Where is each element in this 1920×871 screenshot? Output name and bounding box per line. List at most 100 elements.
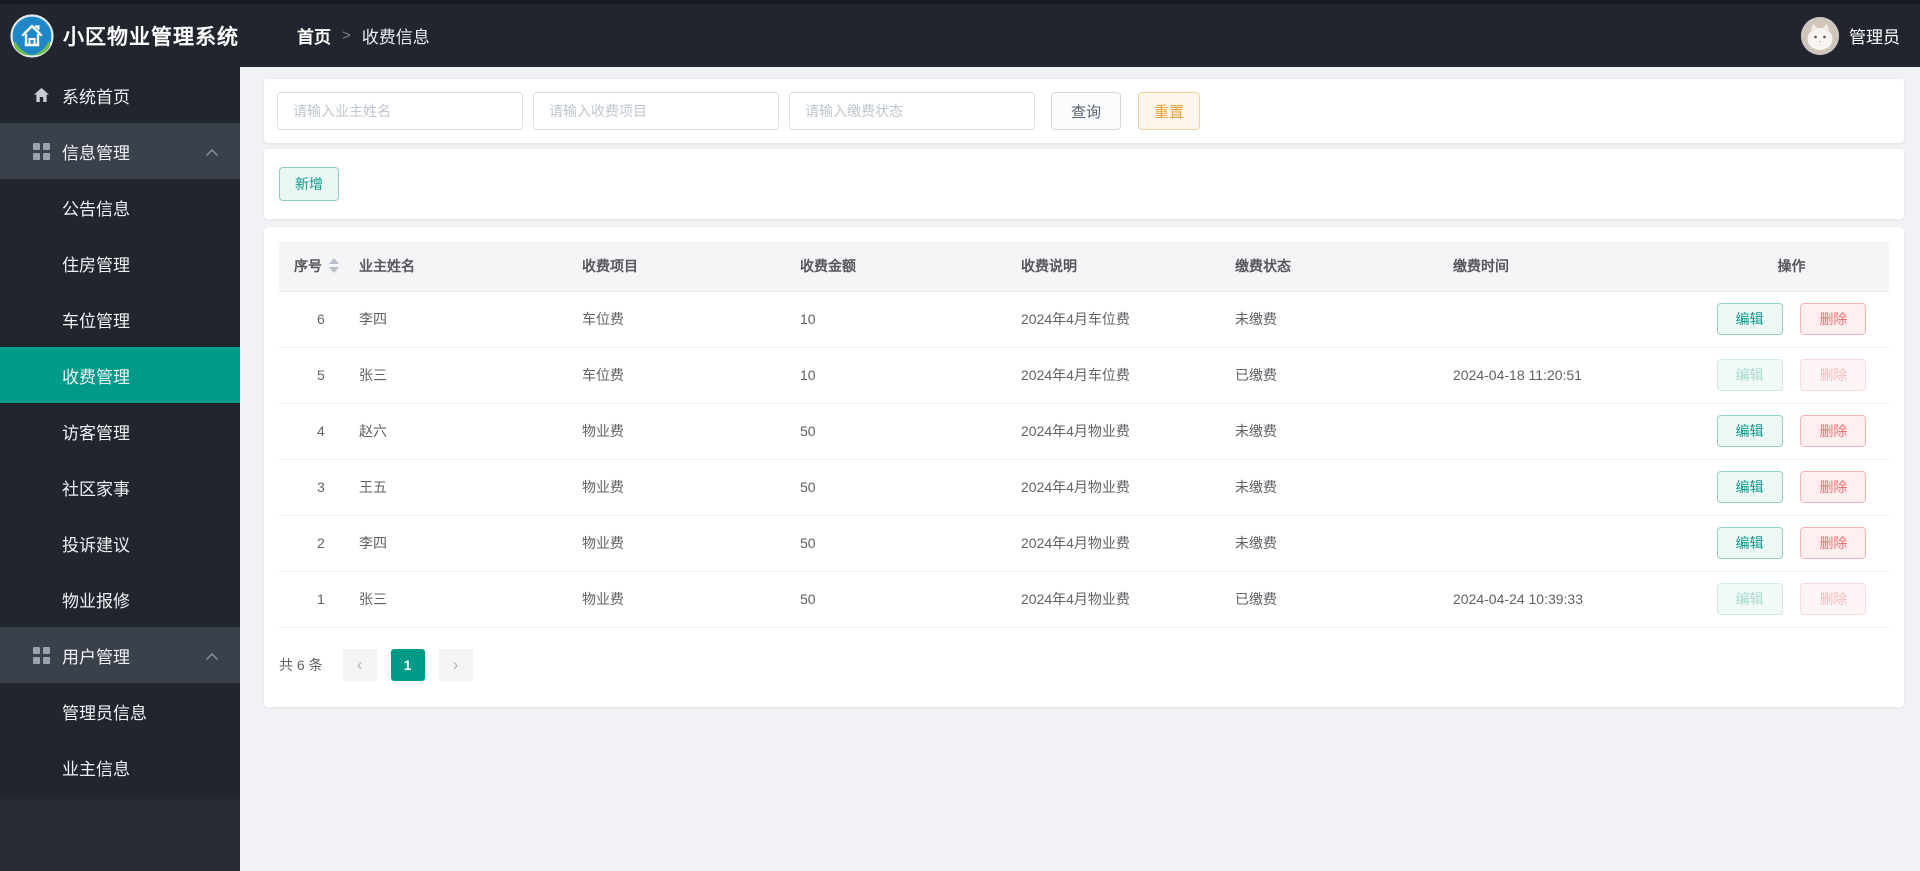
- cell-status: 已缴费: [1235, 347, 1453, 404]
- app-logo-icon: [10, 13, 54, 58]
- sidebar-item-label: 信息管理: [62, 143, 130, 163]
- table-row: 6 李四 车位费 10 2024年4月车位费 未缴费 编辑 删除: [279, 291, 1889, 348]
- toolbar-panel: 新增: [264, 149, 1904, 219]
- cell-seq: 3: [279, 459, 359, 516]
- next-page-button[interactable]: ›: [438, 648, 473, 681]
- edit-button[interactable]: 编辑: [1716, 359, 1783, 391]
- delete-button[interactable]: 删除: [1800, 359, 1867, 391]
- sidebar-item[interactable]: 收费管理: [0, 347, 240, 403]
- sidebar-nav: 系统首页 信息管理 公告信息 住房管理 车位管理 收费管理 访客管理 社区家事 …: [0, 67, 240, 871]
- cell-desc: 2024年4月车位费: [1021, 347, 1235, 404]
- cell-fee-item: 物业费: [582, 459, 800, 516]
- prev-page-button[interactable]: ‹: [342, 648, 377, 681]
- cell-amount: 10: [800, 291, 1021, 348]
- cell-time: 2024-04-18 11:20:51: [1453, 347, 1694, 404]
- sidebar-item[interactable]: 访客管理: [0, 403, 240, 459]
- cell-seq: 4: [279, 403, 359, 460]
- sort-icon[interactable]: [329, 258, 339, 274]
- sidebar-item[interactable]: 系统首页: [0, 67, 240, 123]
- edit-button[interactable]: 编辑: [1716, 415, 1783, 447]
- sidebar-item[interactable]: 公告信息: [0, 179, 240, 235]
- delete-button[interactable]: 删除: [1800, 527, 1867, 559]
- sidebar-item[interactable]: 社区家事: [0, 459, 240, 515]
- sidebar-item-label: 用户管理: [62, 647, 130, 667]
- sidebar-item[interactable]: 管理员信息: [0, 683, 240, 739]
- col-actions: 操作: [1694, 242, 1889, 292]
- cell-fee-item: 物业费: [582, 515, 800, 572]
- cell-time: [1453, 515, 1694, 572]
- sidebar-item-label: 住房管理: [62, 255, 130, 275]
- user-name: 管理员: [1849, 28, 1900, 47]
- grid-icon: [33, 646, 50, 664]
- sidebar-item[interactable]: 住房管理: [0, 235, 240, 291]
- sidebar-item[interactable]: 车位管理: [0, 291, 240, 347]
- cell-desc: 2024年4月物业费: [1021, 571, 1235, 628]
- cell-owner: 李四: [359, 291, 582, 348]
- cell-desc: 2024年4月车位费: [1021, 291, 1235, 348]
- table-row: 3 王五 物业费 50 2024年4月物业费 未缴费 编辑 删除: [279, 459, 1889, 516]
- sidebar-item-label: 业主信息: [62, 759, 130, 779]
- app-title: 小区物业管理系统: [63, 25, 239, 49]
- delete-button[interactable]: 删除: [1800, 415, 1867, 447]
- main-content: 查询 重置 新增 序号 业主姓名 收费项目 收费金额 收费说明 缴费状态: [240, 67, 1920, 871]
- breadcrumb-current: 收费信息: [361, 28, 430, 47]
- col-desc: 收费说明: [1021, 242, 1235, 292]
- cell-status: 未缴费: [1235, 291, 1453, 348]
- page-1-button[interactable]: 1: [390, 648, 425, 681]
- sidebar-item-label: 收费管理: [62, 367, 130, 387]
- cell-amount: 10: [800, 347, 1021, 404]
- cell-owner: 张三: [359, 347, 582, 404]
- delete-button[interactable]: 删除: [1800, 583, 1867, 615]
- cell-time: 2024-04-24 10:39:33: [1453, 571, 1694, 628]
- cell-seq: 2: [279, 515, 359, 572]
- add-button[interactable]: 新增: [279, 167, 339, 201]
- breadcrumb-home-link[interactable]: 首页: [297, 23, 331, 48]
- sidebar-footer: [0, 799, 240, 871]
- sidebar-item[interactable]: 用户管理: [0, 627, 240, 683]
- cell-owner: 王五: [359, 459, 582, 516]
- col-seq[interactable]: 序号: [279, 242, 359, 292]
- cell-status: 未缴费: [1235, 403, 1453, 460]
- edit-button[interactable]: 编辑: [1716, 527, 1783, 559]
- table-row: 4 赵六 物业费 50 2024年4月物业费 未缴费 编辑 删除: [279, 403, 1889, 460]
- sidebar-item-label: 物业报修: [62, 591, 130, 611]
- cell-seq: 6: [279, 291, 359, 348]
- cell-owner: 赵六: [359, 403, 582, 460]
- sidebar-item[interactable]: 业主信息: [0, 739, 240, 795]
- sidebar-item[interactable]: 投诉建议: [0, 515, 240, 571]
- edit-button[interactable]: 编辑: [1716, 303, 1783, 335]
- avatar[interactable]: [1801, 16, 1839, 55]
- col-time: 缴费时间: [1453, 242, 1694, 292]
- sidebar-item[interactable]: 物业报修: [0, 571, 240, 627]
- home-icon: [33, 87, 50, 104]
- cell-desc: 2024年4月物业费: [1021, 459, 1235, 516]
- delete-button[interactable]: 删除: [1800, 303, 1867, 335]
- edit-button[interactable]: 编辑: [1716, 471, 1783, 503]
- delete-button[interactable]: 删除: [1800, 471, 1867, 503]
- cell-owner: 李四: [359, 515, 582, 572]
- cell-seq: 5: [279, 347, 359, 404]
- col-owner: 业主姓名: [359, 242, 582, 292]
- cell-amount: 50: [800, 403, 1021, 460]
- edit-button[interactable]: 编辑: [1716, 583, 1783, 615]
- cell-status: 未缴费: [1235, 515, 1453, 572]
- cell-desc: 2024年4月物业费: [1021, 515, 1235, 572]
- sidebar-item[interactable]: 信息管理: [0, 123, 240, 179]
- cell-status: 已缴费: [1235, 571, 1453, 628]
- table-body: 6 李四 车位费 10 2024年4月车位费 未缴费 编辑 删除 5 张三 车位…: [279, 291, 1889, 628]
- sidebar-item-label: 系统首页: [62, 87, 130, 107]
- query-button[interactable]: 查询: [1051, 92, 1121, 130]
- user-menu[interactable]: 管理员: [1801, 16, 1900, 55]
- col-fee-item: 收费项目: [582, 242, 800, 292]
- fees-table: 序号 业主姓名 收费项目 收费金额 收费说明 缴费状态 缴费时间 操作 6 李四…: [279, 242, 1889, 628]
- owner-name-input[interactable]: [277, 92, 523, 130]
- fee-item-input[interactable]: [533, 92, 779, 130]
- reset-button[interactable]: 重置: [1138, 92, 1200, 130]
- cell-fee-item: 物业费: [582, 403, 800, 460]
- pay-status-input[interactable]: [789, 92, 1035, 130]
- cell-actions: 编辑 删除: [1694, 571, 1889, 628]
- cell-time: [1453, 403, 1694, 460]
- cell-time: [1453, 291, 1694, 348]
- sidebar-item-label: 社区家事: [62, 479, 130, 499]
- table-header: 序号 业主姓名 收费项目 收费金额 收费说明 缴费状态 缴费时间 操作: [279, 242, 1889, 292]
